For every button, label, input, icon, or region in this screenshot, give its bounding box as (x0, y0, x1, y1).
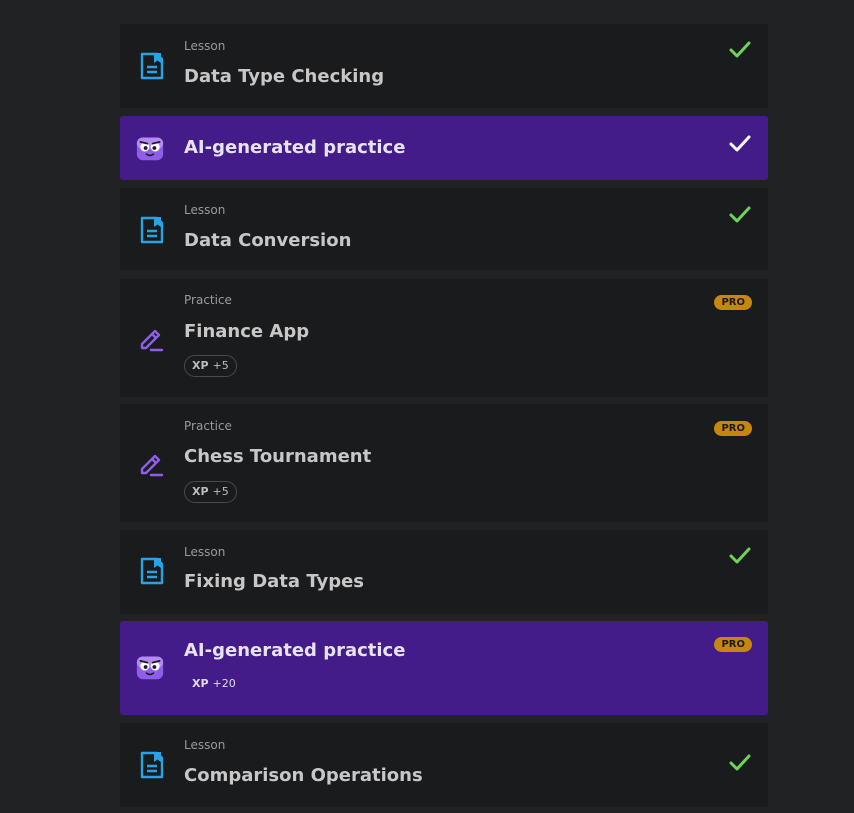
lesson-item-fixing-data-types[interactable]: Lesson Fixing Data Types (120, 530, 768, 614)
item-title: AI-generated practice (184, 137, 406, 158)
xp-label: XP (192, 677, 209, 690)
ai-practice-item[interactable]: AI-generated practice XP +20 PRO (120, 621, 768, 715)
lesson-item-data-conversion[interactable]: Lesson Data Conversion (120, 188, 768, 270)
item-title: Chess Tournament (184, 446, 372, 467)
xp-reward-badge: XP +20 (184, 673, 244, 695)
robot-mascot-icon (136, 653, 168, 683)
item-title: Finance App (184, 321, 310, 342)
item-title: Data Type Checking (184, 66, 385, 87)
lesson-item-data-type-checking[interactable]: Lesson Data Type Checking (120, 24, 768, 108)
xp-value: +5 (212, 485, 229, 498)
item-kind-label: Lesson (184, 545, 226, 559)
item-title: Data Conversion (184, 230, 352, 251)
pro-badge: PRO (714, 421, 752, 436)
item-title: AI-generated practice (184, 640, 406, 661)
practice-item-chess-tournament[interactable]: Practice Chess Tournament XP +5 PRO (120, 404, 768, 522)
lesson-document-icon (138, 52, 166, 80)
xp-value: +5 (212, 359, 229, 372)
lesson-item-comparison-operations[interactable]: Lesson Comparison Operations (120, 723, 768, 807)
checkmark-icon (728, 205, 752, 225)
checkmark-icon (728, 546, 752, 566)
xp-reward-badge: XP +5 (184, 481, 237, 503)
pro-badge: PRO (714, 637, 752, 652)
item-kind-label: Lesson (184, 203, 226, 217)
item-title: Comparison Operations (184, 765, 423, 786)
xp-label: XP (192, 359, 209, 372)
checkmark-icon (728, 40, 752, 60)
item-kind-label: Practice (184, 293, 232, 307)
xp-label: XP (192, 485, 209, 498)
item-kind-label: Practice (184, 419, 232, 433)
pro-badge: PRO (714, 295, 752, 310)
ai-practice-item[interactable]: AI-generated practice (120, 116, 768, 180)
pencil-edit-icon (138, 324, 166, 352)
item-kind-label: Lesson (184, 39, 226, 53)
lesson-document-icon (138, 216, 166, 244)
lesson-document-icon (138, 751, 166, 779)
checkmark-icon (728, 753, 752, 773)
item-kind-label: Lesson (184, 738, 226, 752)
checkmark-icon (728, 134, 752, 154)
robot-mascot-icon (136, 134, 168, 164)
item-title: Fixing Data Types (184, 571, 364, 592)
pencil-edit-icon (138, 449, 166, 477)
practice-item-finance-app[interactable]: Practice Finance App XP +5 PRO (120, 279, 768, 397)
xp-reward-badge: XP +5 (184, 355, 237, 377)
xp-value: +20 (212, 677, 236, 690)
lesson-document-icon (138, 557, 166, 585)
